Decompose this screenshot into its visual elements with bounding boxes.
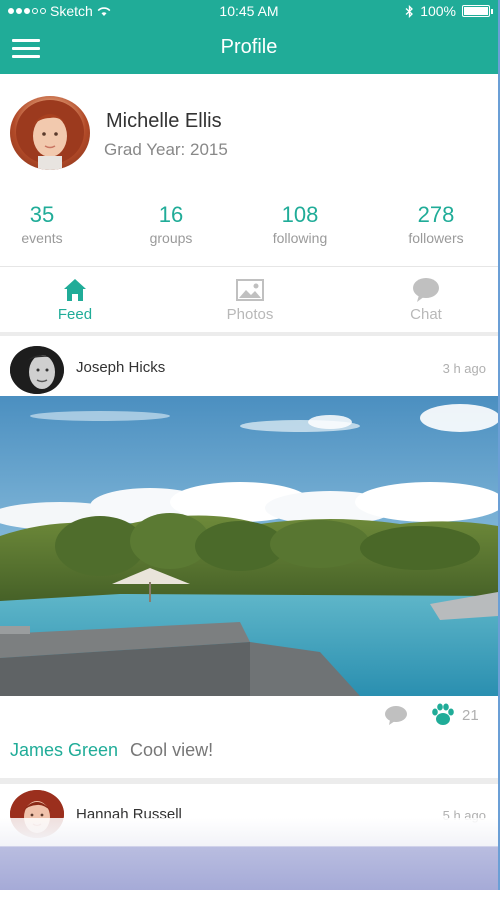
like-count: 21 [462,707,479,724]
profile-stats: 35 events 16 groups 108 following 278 fo… [0,190,498,267]
stat-label: events [21,230,63,246]
stat-value: 278 [417,202,455,227]
post-time: 3 h ago [442,361,486,376]
tab-chat[interactable]: Chat [376,276,476,323]
stat-value: 108 [281,202,319,227]
post-actions: 21 [0,700,498,732]
post-author[interactable]: Joseph Hicks [76,359,165,376]
stat-following[interactable]: 108 following [258,202,342,246]
comment: James Green Cool view! [10,740,490,768]
stat-groups[interactable]: 16 groups [136,202,206,246]
tab-label: Photos [226,306,274,323]
stat-label: groups [149,230,193,246]
battery-icon [462,5,493,17]
comment-icon[interactable] [384,704,408,726]
infinity-pool-photo [0,396,498,696]
comment-text: Cool view! [130,740,214,760]
post-header: Joseph Hicks 3 h ago [0,336,498,396]
profile-name: Michelle Ellis [106,110,222,132]
tab-photos[interactable]: Photos [200,276,300,323]
profile-grad-year: Grad Year: 2015 [104,140,228,159]
avatar[interactable] [10,346,64,394]
tab-label: Feed [57,306,93,323]
image-icon [236,279,264,301]
avatar[interactable] [10,96,90,170]
stat-followers[interactable]: 278 followers [394,202,478,246]
scroll-fade [0,818,498,846]
paw-like-icon[interactable] [430,702,456,728]
comment-author[interactable]: James Green [10,740,118,760]
status-bar: Sketch 10:45 AM 100% [0,0,498,22]
status-right: 100% [405,3,493,19]
tab-label: Chat [410,306,442,323]
tab-feed[interactable]: Feed [25,276,125,323]
bottom-bar [0,846,498,890]
nav-bar: Profile [0,22,498,74]
home-icon [64,279,86,301]
post-image[interactable] [0,396,498,696]
stat-value: 35 [29,202,55,227]
battery-percent: 100% [420,3,456,19]
bluetooth-icon [405,4,414,18]
avatar-photo [16,100,84,170]
profile-tabs: Feed Photos Chat [0,266,498,336]
chat-bubble-icon [413,278,439,302]
phone-screen: Sketch 10:45 AM 100% Profile Michelle El… [0,0,500,890]
stat-value: 16 [158,202,184,227]
page-title: Profile [220,36,278,58]
stat-label: following [272,230,328,246]
avatar-photo [10,346,64,394]
profile-header: Michelle Ellis Grad Year: 2015 [0,74,498,190]
stat-label: followers [408,230,464,246]
stat-events[interactable]: 35 events [12,202,72,246]
